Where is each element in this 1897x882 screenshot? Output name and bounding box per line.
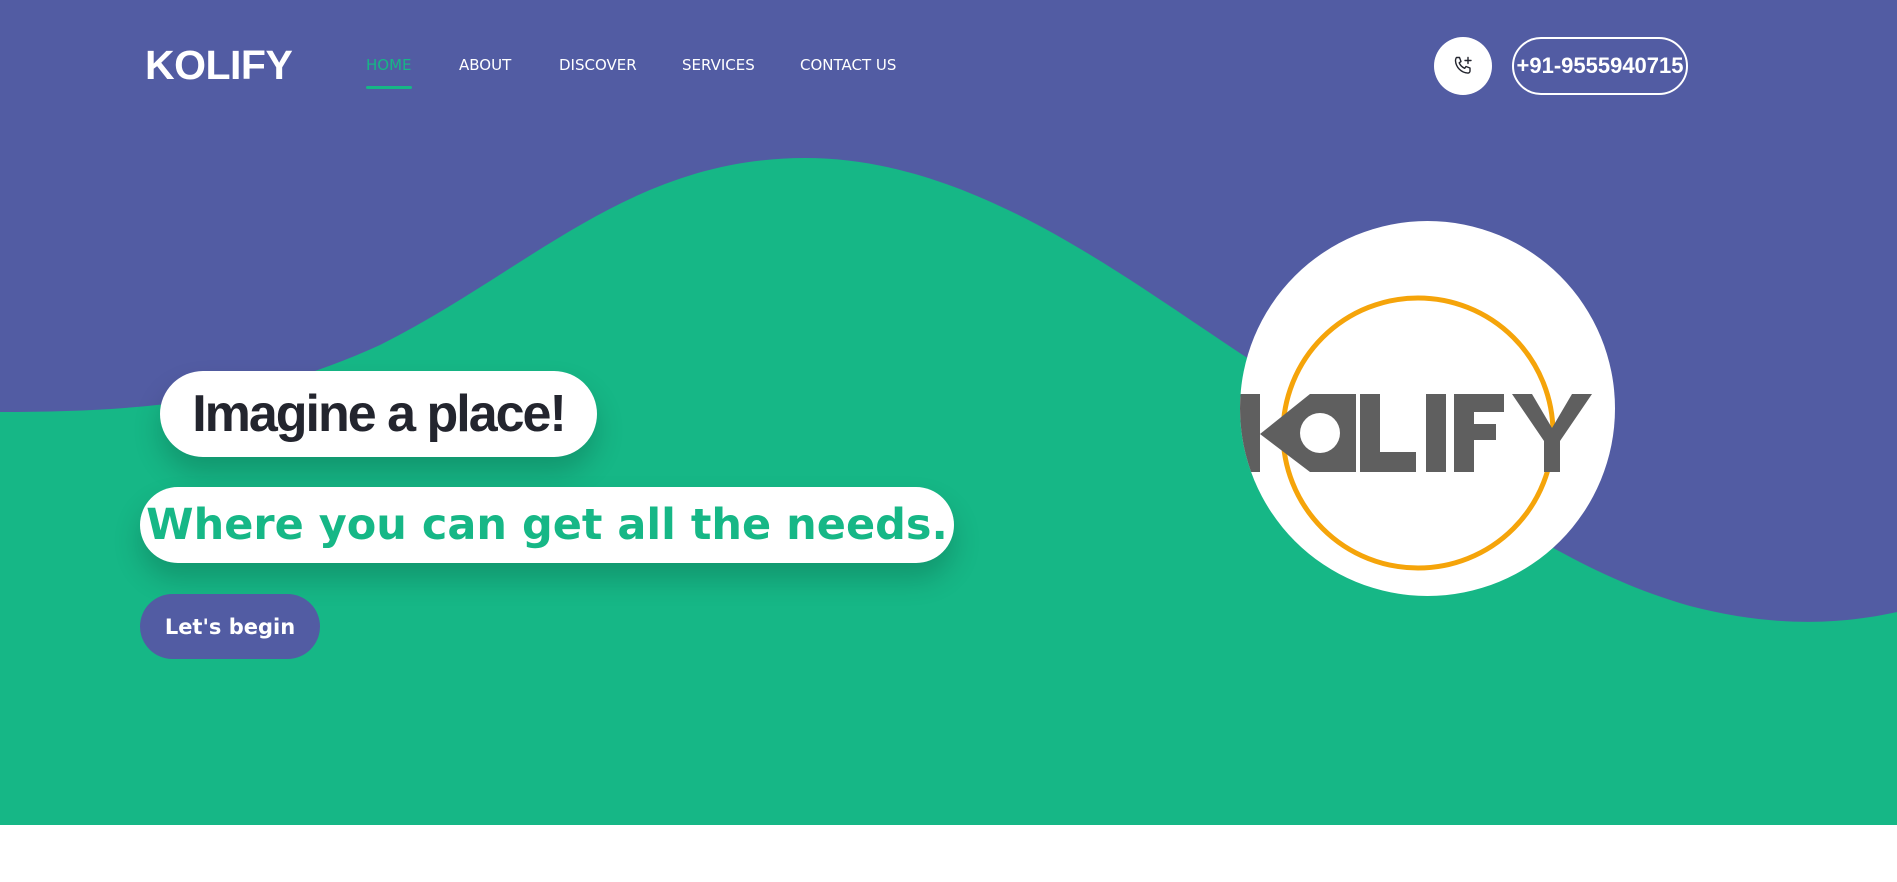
- hero-logo-image: [1240, 221, 1615, 596]
- subheadline-pill: Where you can get all the needs.: [140, 487, 954, 563]
- hero-subheadline: Where you can get all the needs.: [146, 500, 948, 550]
- nav-item-about[interactable]: ABOUT: [459, 55, 511, 75]
- phone-plus-icon: [1454, 56, 1472, 74]
- phone-number-button[interactable]: +91-9555940715: [1512, 37, 1688, 95]
- nav-item-discover[interactable]: DISCOVER: [559, 55, 637, 75]
- headline-pill: Imagine a place!: [160, 371, 597, 457]
- nav-item-contact-us[interactable]: CONTACT US: [800, 55, 896, 75]
- hero-headline: Imagine a place!: [192, 385, 567, 443]
- phone-call-button[interactable]: [1434, 37, 1492, 95]
- lets-begin-button[interactable]: Let's begin: [140, 594, 320, 659]
- hero-section: KOLIFY HOME ABOUT DISCOVER SERVICES CONT…: [0, 0, 1897, 825]
- nav-item-home[interactable]: HOME: [366, 55, 412, 89]
- brand-logo-text[interactable]: KOLIFY: [145, 40, 293, 90]
- nav-item-services[interactable]: SERVICES: [682, 55, 755, 75]
